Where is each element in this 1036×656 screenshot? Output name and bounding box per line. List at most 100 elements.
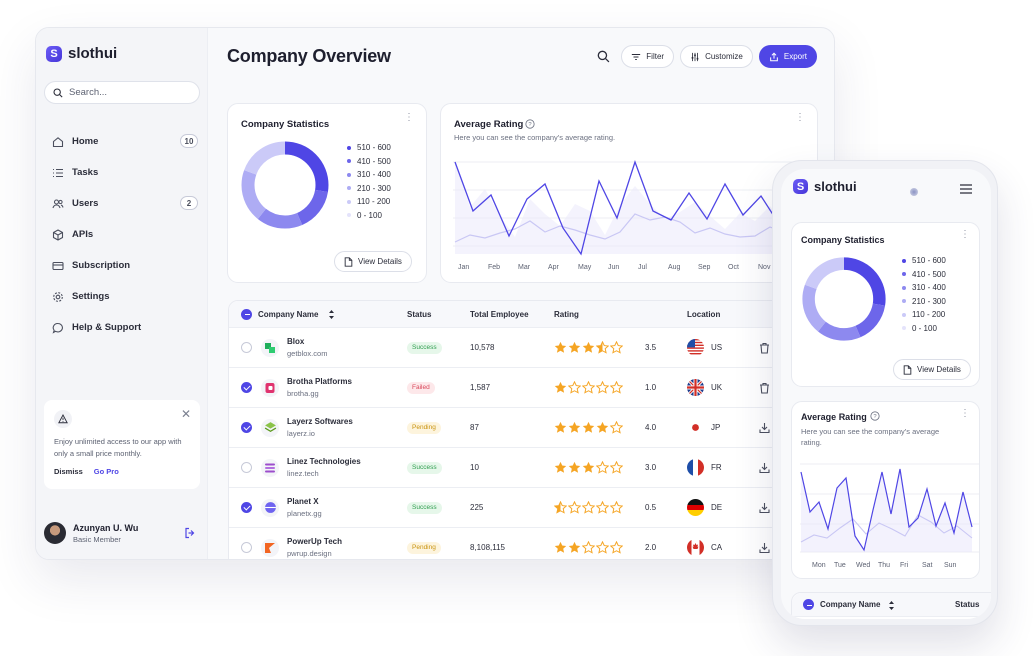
row-checkbox[interactable] bbox=[241, 342, 252, 353]
table-row[interactable]: Linez Technologies linez.tech Success 10 3.0… bbox=[229, 448, 797, 488]
cube-icon bbox=[52, 228, 64, 241]
row-checkbox[interactable] bbox=[241, 462, 252, 473]
company-name[interactable]: Planet X bbox=[287, 497, 319, 506]
x-tick-label: Mon bbox=[812, 562, 826, 569]
more-options-icon[interactable]: ⋮ bbox=[404, 113, 414, 123]
row-checkbox[interactable] bbox=[241, 542, 252, 553]
x-tick-label: Jul bbox=[638, 264, 647, 271]
download-icon[interactable] bbox=[759, 462, 770, 474]
column-header-company[interactable]: Company Name bbox=[820, 600, 880, 609]
column-header-rating[interactable]: Rating bbox=[554, 310, 579, 319]
star-half-icon bbox=[554, 501, 567, 514]
customize-button[interactable]: Customize bbox=[680, 45, 753, 68]
sidebar-item-settings[interactable]: Settings bbox=[46, 281, 198, 312]
column-header-company[interactable]: Company Name bbox=[258, 310, 318, 319]
filter-button[interactable]: Filter bbox=[621, 45, 675, 68]
table-body: Blox getblox.com Success 10,578 3.5 US Brotha … bbox=[229, 328, 797, 559]
view-details-button[interactable]: View Details bbox=[893, 359, 971, 380]
sidebar-item-apis[interactable]: APIs bbox=[46, 219, 198, 250]
company-logo-icon bbox=[261, 338, 279, 357]
x-tick-label: Aug bbox=[668, 264, 681, 271]
rating-value: 3.0 bbox=[645, 463, 657, 472]
company-name[interactable]: PowerUp Tech bbox=[287, 537, 342, 546]
flag-ca-icon bbox=[687, 539, 704, 556]
select-all-checkbox[interactable] bbox=[803, 599, 814, 610]
select-all-checkbox[interactable] bbox=[241, 308, 252, 320]
download-icon[interactable] bbox=[759, 422, 770, 434]
column-header-status[interactable]: Status bbox=[407, 310, 431, 319]
upgrade-promo: ✕ Enjoy unlimited access to our app with… bbox=[44, 400, 200, 489]
app-name: slothui bbox=[68, 45, 118, 62]
view-details-button[interactable]: View Details bbox=[334, 251, 412, 272]
sidebar-item-home[interactable]: Home 10 bbox=[46, 126, 198, 157]
mobile-app-logo[interactable]: S slothui bbox=[793, 179, 857, 194]
close-icon[interactable]: ✕ bbox=[181, 407, 191, 421]
status-badge: Success bbox=[407, 501, 442, 514]
document-icon bbox=[344, 256, 353, 267]
search-icon bbox=[53, 87, 63, 98]
search-input[interactable]: Search... bbox=[44, 81, 200, 104]
sidebar-item-label: Tasks bbox=[72, 167, 99, 178]
table-row[interactable]: Planet X planetx.gg Success 225 0.5 DE bbox=[229, 488, 797, 528]
star-empty-icon bbox=[610, 541, 623, 554]
star-full-icon bbox=[582, 461, 595, 473]
row-checkbox[interactable] bbox=[241, 422, 252, 433]
column-header-location[interactable]: Location bbox=[687, 310, 720, 319]
sidebar-item-help[interactable]: Help & Support bbox=[46, 312, 198, 343]
company-name[interactable]: Brotha Platforms bbox=[287, 377, 352, 386]
company-name[interactable]: Linez Technologies bbox=[287, 457, 361, 466]
status-badge: Failed bbox=[407, 381, 435, 394]
export-button[interactable]: Export bbox=[758, 45, 817, 68]
home-icon bbox=[52, 136, 64, 147]
card-title: Company Statistics bbox=[241, 119, 330, 130]
table-row[interactable]: Blox getblox.com Success 10,578 3.5 US bbox=[229, 328, 797, 368]
home-count-badge: 10 bbox=[180, 134, 198, 148]
stats-legend: 510 - 600 410 - 500 310 - 400 210 - 300 … bbox=[347, 141, 391, 222]
customize-label: Customize bbox=[705, 52, 743, 61]
column-header-employees[interactable]: Total Employee bbox=[470, 310, 529, 319]
users-icon bbox=[52, 198, 64, 208]
sidebar-item-users[interactable]: Users 2 bbox=[46, 188, 198, 219]
filter-label: Filter bbox=[646, 52, 665, 61]
hamburger-menu-icon[interactable] bbox=[960, 184, 972, 194]
x-tick-label: Sat bbox=[922, 562, 933, 569]
column-header-status[interactable]: Status bbox=[955, 600, 979, 609]
company-name[interactable]: Blox bbox=[287, 337, 304, 346]
star-empty-icon bbox=[568, 381, 581, 394]
trash-icon[interactable] bbox=[759, 382, 770, 394]
view-details-label: View Details bbox=[917, 365, 961, 374]
filter-icon bbox=[632, 53, 641, 60]
star-full-icon bbox=[554, 341, 567, 353]
app-logo[interactable]: S slothui bbox=[46, 45, 117, 62]
sort-icon[interactable] bbox=[888, 600, 895, 611]
sidebar-item-subscription[interactable]: Subscription bbox=[46, 250, 198, 281]
table-row[interactable]: Brotha Platforms brotha.gg Failed 1,587 1.0 U… bbox=[229, 368, 797, 408]
dismiss-link[interactable]: Dismiss bbox=[54, 467, 83, 476]
go-pro-link[interactable]: Go Pro bbox=[94, 467, 119, 476]
chat-icon bbox=[52, 322, 63, 334]
star-full-icon bbox=[554, 381, 567, 393]
star-full-icon bbox=[554, 541, 567, 553]
company-name[interactable]: Layerz Softwares bbox=[287, 417, 353, 426]
more-options-icon[interactable]: ⋮ bbox=[960, 230, 970, 240]
x-tick-label: May bbox=[578, 264, 592, 271]
download-icon[interactable] bbox=[759, 542, 770, 554]
download-icon[interactable] bbox=[759, 502, 770, 514]
search-icon[interactable] bbox=[591, 45, 615, 68]
row-checkbox[interactable] bbox=[241, 382, 252, 393]
legend-item: 310 - 400 bbox=[347, 168, 391, 182]
status-badge: Success bbox=[407, 461, 442, 474]
table-row[interactable]: PowerUp Tech pwrup.design Pending 8,108,115… bbox=[229, 528, 797, 559]
flag-us-icon bbox=[687, 339, 704, 356]
gear-icon bbox=[53, 291, 63, 302]
sidebar-item-tasks[interactable]: Tasks bbox=[46, 157, 198, 188]
employee-count: 225 bbox=[470, 503, 484, 512]
sort-icon[interactable] bbox=[328, 309, 335, 320]
logout-icon[interactable] bbox=[184, 527, 196, 539]
user-profile[interactable]: Azunyan U. Wu Basic Member bbox=[44, 518, 200, 548]
rating-stars bbox=[554, 461, 623, 474]
star-empty-icon bbox=[596, 381, 609, 394]
trash-icon[interactable] bbox=[759, 342, 770, 354]
table-row[interactable]: Layerz Softwares layerz.io Pending 87 4.0 JP bbox=[229, 408, 797, 448]
row-checkbox[interactable] bbox=[241, 502, 252, 513]
